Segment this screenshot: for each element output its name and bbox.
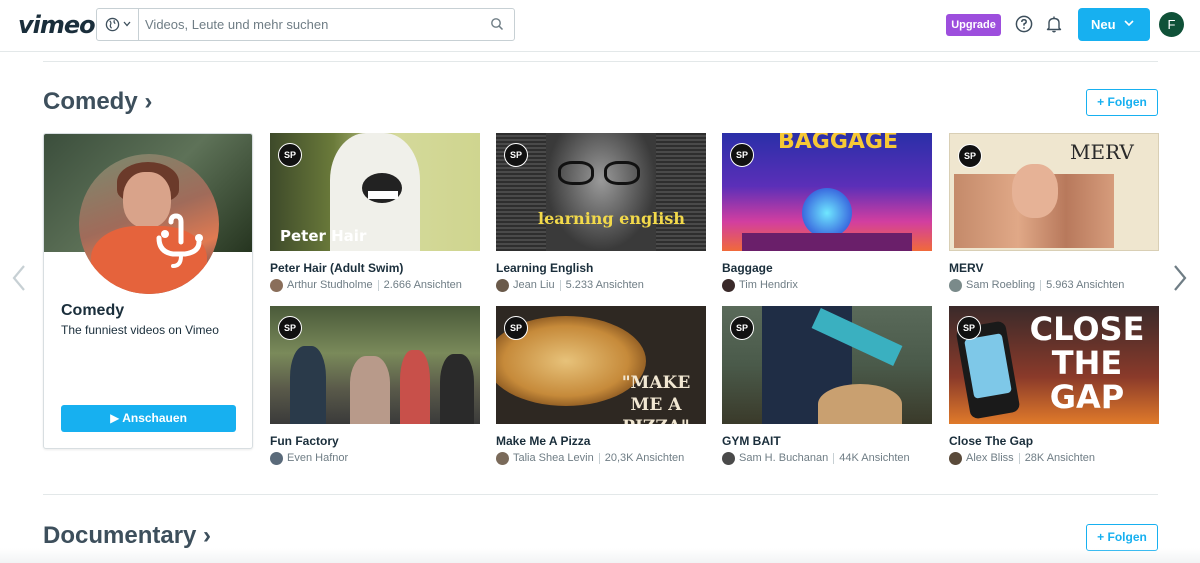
section-title-comedy[interactable]: Comedy › (43, 88, 152, 116)
video-thumbnail[interactable]: SP (722, 306, 932, 424)
shortfilm-badge: SP (504, 316, 528, 340)
video-title[interactable]: MERV (949, 261, 1159, 275)
video-tile[interactable]: SP GYM BAIT Sam H. Buchanan 44K Ansichte… (722, 306, 932, 465)
notifications-bell-icon[interactable] (1046, 15, 1062, 33)
video-tile[interactable]: SP learning english Learning English Jea… (496, 133, 706, 292)
shortfilm-badge: SP (730, 316, 754, 340)
video-thumbnail[interactable]: SP CLOSE THE GAP (949, 306, 1159, 424)
globe-icon (105, 17, 120, 32)
video-title[interactable]: GYM BAIT (722, 434, 932, 448)
shortfilm-badge: SP (957, 316, 981, 340)
video-thumbnail[interactable]: SP Peter Hair (270, 133, 480, 251)
help-icon[interactable] (1015, 15, 1033, 33)
shortfilm-badge: SP (504, 143, 528, 167)
view-count: 44K Ansichten (839, 452, 910, 464)
top-navigation-bar: vimeo Upgrade Neu (0, 0, 1200, 52)
shortfilm-badge: SP (278, 143, 302, 167)
video-thumbnail[interactable]: SP "MAKE ME A PIZZA" (496, 306, 706, 424)
author-avatar[interactable] (496, 451, 509, 465)
video-meta: Sam Roebling 5.963 Ansichten (949, 278, 1159, 292)
section-title-documentary[interactable]: Documentary › (43, 522, 211, 550)
shortfilm-badge: SP (730, 143, 754, 167)
author-avatar[interactable] (496, 278, 509, 292)
category-description: The funniest videos on Vimeo (61, 323, 219, 337)
category-avatar-image (79, 154, 219, 294)
search-scope-dropdown[interactable] (97, 9, 139, 40)
thumbnail-caption: "MAKE ME A PIZZA" (621, 373, 691, 424)
author-avatar[interactable] (722, 278, 735, 292)
video-meta: Sam H. Buchanan 44K Ansichten (722, 451, 932, 465)
video-title[interactable]: Make Me A Pizza (496, 434, 706, 448)
scroll-fade (0, 548, 1200, 563)
video-title[interactable]: Close The Gap (949, 434, 1159, 448)
author-avatar[interactable] (270, 278, 283, 292)
video-author[interactable]: Jean Liu (513, 279, 555, 291)
video-tile[interactable]: SP Fun Factory Even Hafnor (270, 306, 480, 465)
follow-comedy-button[interactable]: + Folgen (1086, 89, 1158, 116)
search-box (96, 8, 515, 41)
video-thumbnail[interactable]: SP MERV (949, 133, 1159, 251)
video-author[interactable]: Talia Shea Levin (513, 452, 594, 464)
video-tile[interactable]: SP CLOSE THE GAP Close The Gap Alex Blis… (949, 306, 1159, 465)
author-avatar[interactable] (949, 451, 962, 465)
video-author[interactable]: Tim Hendrix (739, 279, 798, 291)
chevron-down-icon (1124, 20, 1134, 27)
shortfilm-badge: SP (278, 316, 302, 340)
video-title[interactable]: Fun Factory (270, 434, 480, 448)
user-avatar[interactable]: F (1159, 12, 1184, 37)
video-title[interactable]: Peter Hair (Adult Swim) (270, 261, 480, 275)
view-count: 2.666 Ansichten (383, 279, 462, 291)
upgrade-button[interactable]: Upgrade (946, 14, 1001, 36)
section-divider (43, 494, 1158, 495)
section-divider (43, 61, 1158, 62)
new-upload-button[interactable]: Neu (1078, 8, 1150, 41)
category-card-comedy[interactable]: Comedy The funniest videos on Vimeo ▶ An… (43, 133, 253, 449)
follow-documentary-button[interactable]: + Folgen (1086, 524, 1158, 551)
video-tile[interactable]: SP Peter Hair Peter Hair (Adult Swim) Ar… (270, 133, 480, 292)
carousel-prev-arrow-icon[interactable] (11, 264, 27, 292)
view-count: 20,3K Ansichten (604, 452, 685, 464)
author-avatar[interactable] (270, 451, 283, 465)
thumbnail-caption: MERV (1070, 140, 1134, 164)
category-name: Comedy (61, 302, 125, 319)
video-title[interactable]: Baggage (722, 261, 932, 275)
view-count: 5.233 Ansichten (565, 279, 644, 291)
video-author[interactable]: Sam H. Buchanan (739, 452, 828, 464)
video-tile[interactable]: SP "MAKE ME A PIZZA" Make Me A Pizza Tal… (496, 306, 706, 465)
comedy-category-icon (156, 213, 203, 268)
thumbnail-caption: learning english (538, 209, 685, 228)
video-author[interactable]: Sam Roebling (966, 279, 1035, 291)
carousel-next-arrow-icon[interactable] (1172, 264, 1188, 292)
video-thumbnail[interactable]: SP (270, 306, 480, 424)
thumbnail-caption: BAGGAGE (778, 133, 899, 154)
author-avatar[interactable] (722, 451, 735, 465)
search-icon[interactable] (490, 17, 504, 31)
video-author[interactable]: Arthur Studholme (287, 279, 373, 291)
view-count: 28K Ansichten (1024, 452, 1096, 464)
video-author[interactable]: Alex Bliss (966, 452, 1014, 464)
video-meta: Arthur Studholme 2.666 Ansichten (270, 278, 480, 292)
video-meta: Tim Hendrix (722, 278, 932, 292)
video-title[interactable]: Learning English (496, 261, 706, 275)
vimeo-logo[interactable]: vimeo (18, 11, 96, 39)
thumbnail-caption: CLOSE THE GAP (1029, 310, 1145, 416)
video-meta: Talia Shea Levin 20,3K Ansichten (496, 451, 706, 465)
video-meta: Jean Liu 5.233 Ansichten (496, 278, 706, 292)
video-meta: Alex Bliss 28K Ansichten (949, 451, 1159, 465)
search-input[interactable] (145, 9, 475, 40)
new-button-label: Neu (1091, 17, 1116, 32)
view-count: 5.963 Ansichten (1046, 279, 1125, 291)
video-tile[interactable]: SP MERV MERV Sam Roebling 5.963 Ansichte… (949, 133, 1159, 292)
video-tile[interactable]: SP BAGGAGE Baggage Tim Hendrix (722, 133, 932, 292)
video-thumbnail[interactable]: SP learning english (496, 133, 706, 251)
thumbnail-caption: Peter Hair (280, 227, 367, 245)
video-thumbnail[interactable]: SP BAGGAGE (722, 133, 932, 251)
video-meta: Even Hafnor (270, 451, 480, 465)
shortfilm-badge: SP (958, 144, 982, 168)
author-avatar[interactable] (949, 278, 962, 292)
watch-button[interactable]: ▶ Anschauen (61, 405, 236, 432)
video-author[interactable]: Even Hafnor (287, 452, 348, 464)
chevron-down-icon (123, 21, 131, 27)
